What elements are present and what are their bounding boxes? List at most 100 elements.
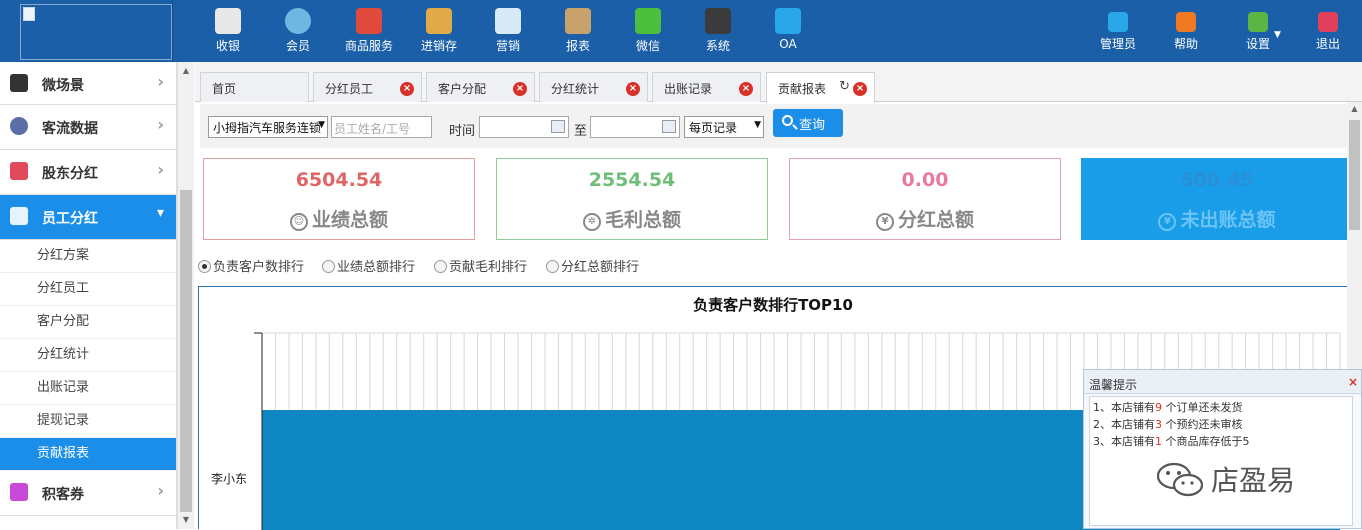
cash-register-icon xyxy=(215,8,241,34)
employee-input-placeholder: 员工姓名/工号 xyxy=(334,122,411,136)
ranking-radio[interactable]: 贡献毛利排行 xyxy=(434,256,527,275)
page-size-value: 每页记录 xyxy=(689,121,738,135)
sidebar-group-traffic[interactable]: 客流数据 › xyxy=(0,105,176,150)
nav-goods-service[interactable]: 商品服务 xyxy=(337,8,401,54)
nav-wechat[interactable]: 微信 xyxy=(616,8,680,54)
settings-icon xyxy=(1248,12,1268,32)
radio-dot[interactable] xyxy=(546,260,559,273)
nav-help[interactable]: 帮助 xyxy=(1154,12,1218,52)
tip-line: 3、本店铺有1 个商品库存低于5 xyxy=(1093,433,1352,450)
scroll-up-icon[interactable]: ▲ xyxy=(1347,104,1362,113)
nav-marketing[interactable]: 营销 xyxy=(476,8,540,54)
query-button[interactable]: 查询 xyxy=(773,109,843,137)
employee-search-input[interactable]: 员工姓名/工号 xyxy=(331,116,432,138)
nav-label: 商品服务 xyxy=(344,39,393,53)
admin-icon xyxy=(1108,12,1128,32)
nav-logout[interactable]: 退出 xyxy=(1296,12,1360,52)
scroll-down-icon[interactable]: ▼ xyxy=(178,513,194,527)
ranking-radio[interactable]: 业绩总额排行 xyxy=(322,256,415,275)
tab-close-icon[interactable]: × xyxy=(739,82,753,96)
tab-close-icon[interactable]: × xyxy=(513,82,527,96)
nav-label: 营销 xyxy=(495,39,520,53)
logout-icon xyxy=(1318,12,1338,32)
dropdown-arrow-icon: ▼ xyxy=(318,120,325,130)
stat-label: ✲ 毛利总额 xyxy=(497,205,767,232)
goods-service-icon xyxy=(356,8,382,34)
tab-label: 首页 xyxy=(212,82,237,96)
radio-dot[interactable] xyxy=(322,260,335,273)
tab-close-icon[interactable]: × xyxy=(400,82,414,96)
sidebar-group-ticket[interactable]: 积客券 › xyxy=(0,471,176,516)
sidebar-sub-item[interactable]: 提现记录 xyxy=(0,405,176,438)
wechat-logo-icon xyxy=(1156,462,1204,497)
radio-dot[interactable] xyxy=(198,260,211,273)
dropdown-caret-icon[interactable]: ▼ xyxy=(1274,30,1281,40)
sidebar-scrollbar[interactable]: ▲ ▼ xyxy=(177,62,194,529)
help-icon xyxy=(1176,12,1196,32)
chevron-right-icon: › xyxy=(157,481,164,500)
stat-card: 6504.54 ☺ 业绩总额 xyxy=(203,158,475,240)
nav-member[interactable]: 会员 xyxy=(266,8,330,54)
tab-close-icon[interactable]: × xyxy=(626,82,640,96)
sidebar-sub-item[interactable]: 分红方案 xyxy=(0,240,176,273)
nav-label: 进销存 xyxy=(420,39,457,53)
ranking-radio[interactable]: 负责客户数排行 xyxy=(198,256,304,275)
refresh-icon[interactable]: ↻ xyxy=(839,79,850,94)
ranking-radio[interactable]: 分红总额排行 xyxy=(546,256,639,275)
scrollbar-thumb[interactable] xyxy=(1349,120,1360,230)
oa-icon xyxy=(775,8,801,34)
nav-cash-register[interactable]: 收银 xyxy=(196,8,260,54)
sidebar-group-employee[interactable]: 员工分红 ▾ xyxy=(0,195,176,240)
stat-value: 500.45 xyxy=(1180,169,1254,191)
tips-popup: 温馨提示 × 1、本店铺有9 个订单还未发货 2、本店铺有3 个预约还未审核 3、本… xyxy=(1083,369,1362,529)
wechat-icon xyxy=(635,8,661,34)
store-select[interactable]: 小拇指汽车服务连锁 ▼ xyxy=(208,116,328,138)
stat-icon: ✲ xyxy=(582,213,601,231)
nav-system[interactable]: 系统 xyxy=(686,8,750,54)
start-date-input[interactable] xyxy=(479,116,569,138)
sidebar-sub-item[interactable]: 客户分配 xyxy=(0,306,176,339)
calendar-icon[interactable] xyxy=(662,120,676,133)
stat-value: 0.00 xyxy=(901,169,949,191)
nav-report[interactable]: 报表 xyxy=(546,8,610,54)
tab-3[interactable]: 分红统计 × xyxy=(539,72,648,102)
tip-line: 1、本店铺有9 个订单还未发货 xyxy=(1093,399,1352,416)
nav-admin[interactable]: 管理员 xyxy=(1086,12,1150,52)
broken-image-icon xyxy=(23,7,35,21)
sidebar-group-label: 员工分红 xyxy=(42,211,98,227)
chevron-down-icon: ▾ xyxy=(156,205,164,221)
traffic-icon xyxy=(10,117,28,135)
sidebar-sub-item[interactable]: 贡献报表 xyxy=(0,438,176,471)
tab-close-icon[interactable]: × xyxy=(853,82,867,96)
tab-2[interactable]: 客户分配 × xyxy=(426,72,535,102)
dropdown-arrow-icon: ▼ xyxy=(754,120,761,130)
nav-oa[interactable]: OA xyxy=(756,8,820,51)
sidebar-sub-item[interactable]: 分红统计 xyxy=(0,339,176,372)
employee-icon xyxy=(10,207,28,225)
sidebar-group-phone[interactable]: 微场景 › xyxy=(0,62,176,105)
stat-value: 6504.54 xyxy=(295,169,383,191)
tab-0[interactable]: 首页 xyxy=(200,72,309,102)
broken-logo-image xyxy=(20,4,172,60)
tab-5[interactable]: 贡献报表 × ↻ xyxy=(766,72,875,103)
radio-dot[interactable] xyxy=(434,260,447,273)
sidebar-sub-item[interactable]: 出账记录 xyxy=(0,372,176,405)
end-date-input[interactable] xyxy=(590,116,680,138)
sidebar: 微场景 › 客流数据 › 股东分红 › 员工分红 ▾ 分红方案 分红员工 客户分配 分红统计 出账记录提… xyxy=(0,62,177,529)
tab-4[interactable]: 出账记录 × xyxy=(652,72,761,102)
sidebar-group-shareholder[interactable]: 股东分红 › xyxy=(0,150,176,195)
scrollbar-thumb[interactable] xyxy=(180,190,192,512)
stat-icon: ☺ xyxy=(289,213,308,231)
sidebar-group-label: 微场景 xyxy=(42,78,84,94)
stat-card: 0.00 ¥ 分红总额 xyxy=(789,158,1061,240)
tab-1[interactable]: 分红员工 × xyxy=(313,72,422,102)
tip-count: 1 xyxy=(1155,435,1162,448)
nav-inventory[interactable]: 进销存 xyxy=(407,8,471,54)
close-icon[interactable]: × xyxy=(1348,375,1358,389)
member-icon xyxy=(285,8,311,34)
scroll-up-icon[interactable]: ▲ xyxy=(178,64,194,78)
page-size-select[interactable]: 每页记录 ▼ xyxy=(684,116,764,138)
calendar-icon[interactable] xyxy=(551,120,565,133)
nav-settings[interactable]: 设置 ▼ xyxy=(1226,12,1290,52)
sidebar-sub-item[interactable]: 分红员工 xyxy=(0,273,176,306)
